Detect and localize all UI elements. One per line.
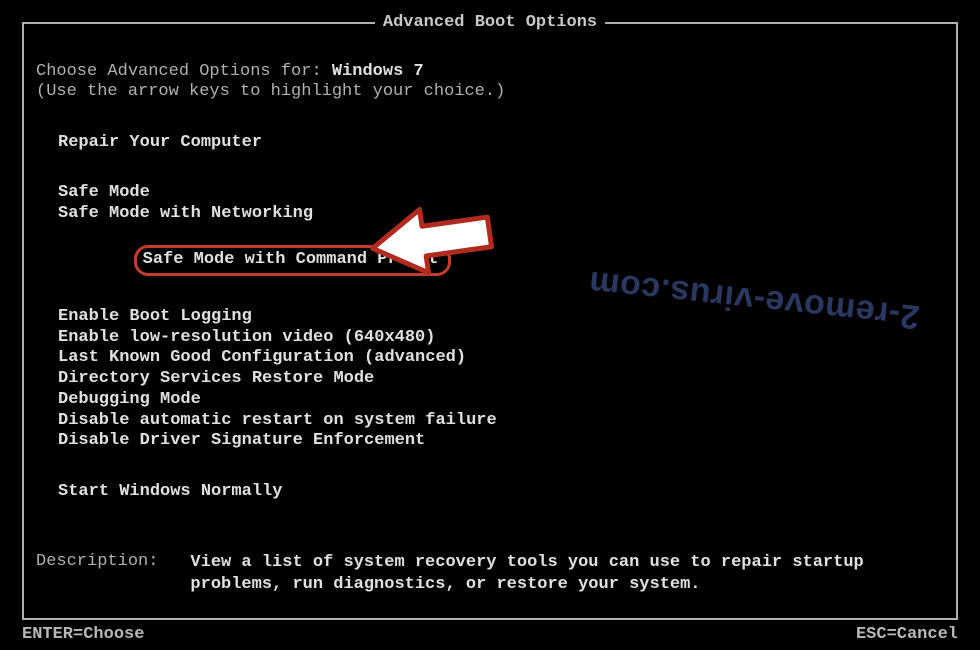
option-debugging-mode[interactable]: Debugging Mode	[58, 390, 944, 411]
option-disable-driver-sig[interactable]: Disable Driver Signature Enforcement	[58, 431, 944, 452]
option-safe-mode[interactable]: Safe Mode	[58, 183, 944, 204]
footer-enter: ENTER=Choose	[22, 625, 144, 644]
choose-prefix: Choose Advanced Options for:	[36, 62, 332, 81]
choose-line: Choose Advanced Options for: Windows 7	[36, 62, 944, 82]
boot-options-frame: Advanced Boot Options Choose Advanced Op…	[22, 22, 958, 620]
page-title: Advanced Boot Options	[375, 13, 605, 32]
option-disable-auto-restart[interactable]: Disable automatic restart on system fail…	[58, 411, 944, 432]
advanced-options-group: Enable Boot Logging Enable low-resolutio…	[36, 307, 944, 452]
description-text: View a list of system recovery tools you…	[190, 552, 944, 595]
footer-esc: ESC=Cancel	[856, 625, 958, 644]
option-boot-logging[interactable]: Enable Boot Logging	[58, 307, 944, 328]
description-label: Description:	[36, 552, 158, 595]
option-safe-mode-networking[interactable]: Safe Mode with Networking	[58, 204, 944, 225]
safe-mode-group: Safe Mode Safe Mode with Networking Safe…	[36, 183, 944, 297]
option-safe-mode-cmd-row[interactable]: Safe Mode with Command Prompt	[58, 225, 944, 297]
os-name: Windows 7	[332, 62, 424, 81]
option-repair-computer[interactable]: Repair Your Computer	[58, 133, 944, 153]
description-row: Description: View a list of system recov…	[36, 546, 944, 595]
footer-bar: ENTER=Choose ESC=Cancel	[22, 625, 958, 644]
title-bar: Advanced Boot Options	[24, 13, 956, 32]
option-directory-services-restore[interactable]: Directory Services Restore Mode	[58, 369, 944, 390]
option-low-res-video[interactable]: Enable low-resolution video (640x480)	[58, 328, 944, 349]
option-last-known-good[interactable]: Last Known Good Configuration (advanced)	[58, 348, 944, 369]
content-area: Choose Advanced Options for: Windows 7 (…	[34, 24, 946, 595]
option-start-normally[interactable]: Start Windows Normally	[58, 482, 944, 502]
hint-line: (Use the arrow keys to highlight your ch…	[36, 82, 944, 102]
option-safe-mode-cmd[interactable]: Safe Mode with Command Prompt	[134, 245, 452, 276]
